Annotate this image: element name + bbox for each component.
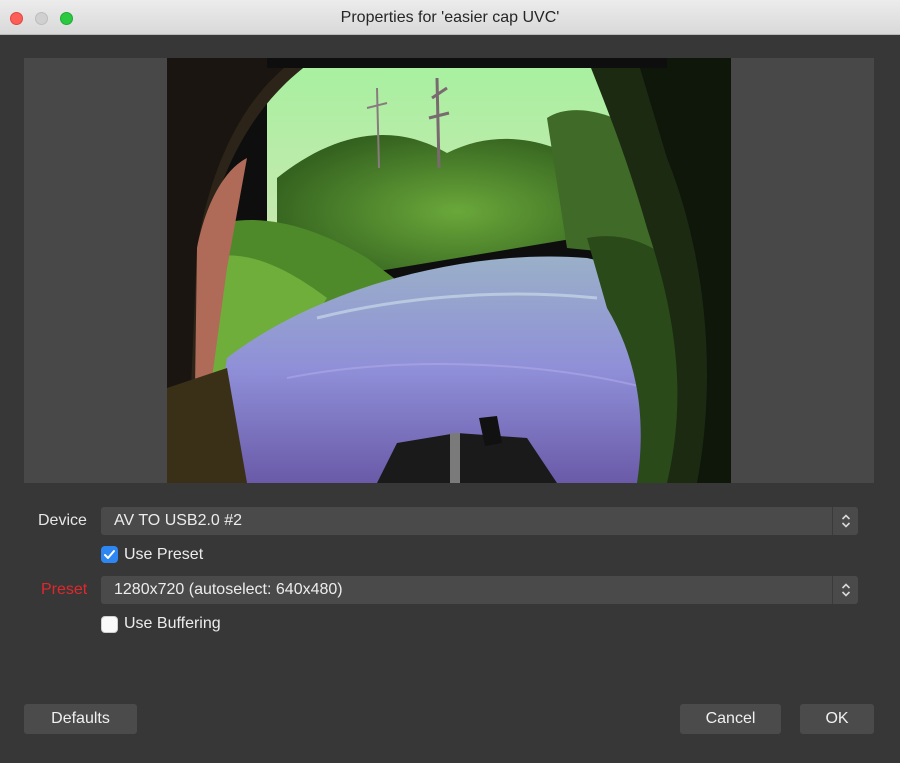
window-title: Properties for 'easier cap UVC' — [340, 9, 560, 26]
cancel-button[interactable]: Cancel — [680, 704, 781, 734]
chevron-up-down-icon[interactable] — [832, 507, 858, 535]
device-label: Device — [38, 512, 87, 529]
video-preview-image — [167, 58, 731, 483]
device-select[interactable]: AV TO USB2.0 #2 — [101, 507, 858, 535]
chevron-up-down-icon[interactable] — [832, 576, 858, 604]
use-preset-label[interactable]: Use Preset — [124, 546, 203, 564]
use-buffering-label[interactable]: Use Buffering — [124, 615, 221, 633]
preset-label: Preset — [41, 581, 88, 598]
preview-area — [24, 58, 874, 483]
properties-window: Properties for 'easier cap UVC' Device A… — [0, 0, 900, 763]
preset-select-value: 1280x720 (autoselect: 640x480) — [114, 581, 343, 598]
ok-button[interactable]: OK — [800, 704, 874, 734]
title-bar[interactable]: Properties for 'easier cap UVC' — [0, 0, 900, 35]
use-buffering-checkbox[interactable] — [101, 616, 118, 633]
device-select-value: AV TO USB2.0 #2 — [114, 512, 243, 529]
preset-select[interactable]: 1280x720 (autoselect: 640x480) — [101, 576, 858, 604]
defaults-button[interactable]: Defaults — [24, 704, 137, 734]
use-preset-checkbox[interactable] — [101, 546, 118, 563]
checkmark-icon — [104, 550, 115, 559]
